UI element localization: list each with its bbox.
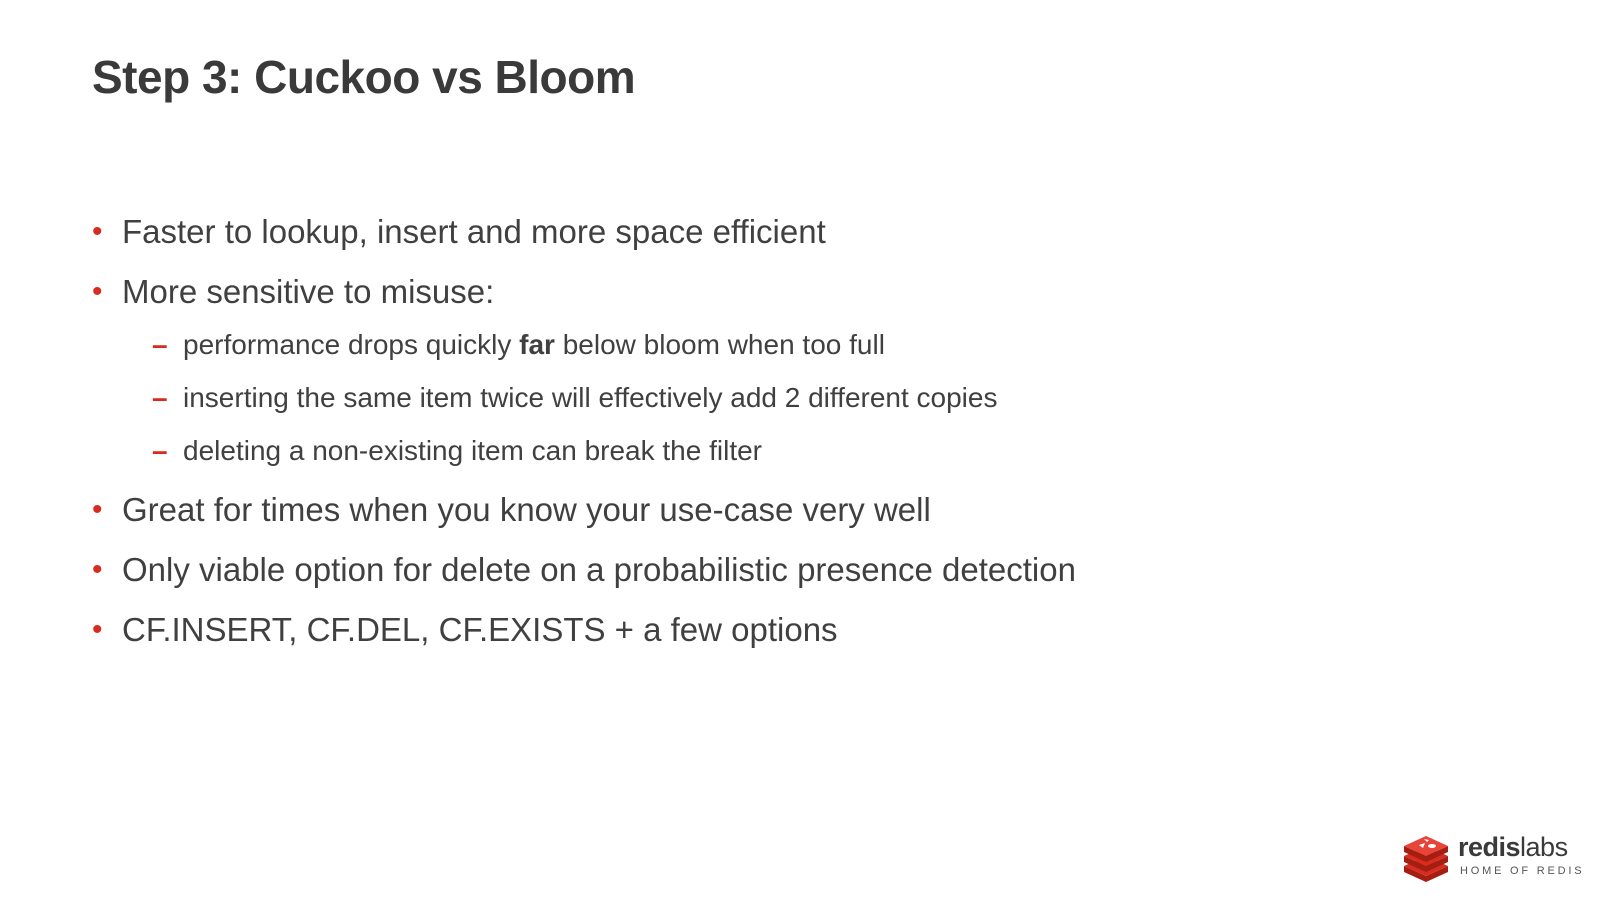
bullet-marker: • <box>92 613 103 646</box>
sub-bullet-text-bold: far <box>519 329 555 360</box>
bullet-list: • Faster to lookup, insert and more spac… <box>92 212 1492 670</box>
redislabs-logo: redislabs HOME OF REDIS <box>1402 832 1582 884</box>
bullet-marker: • <box>92 493 103 526</box>
bullet-item-1: • Faster to lookup, insert and more spac… <box>92 212 1492 252</box>
bullet-text: Great for times when you know your use-c… <box>122 491 931 528</box>
sub-bullet-text: deleting a non-existing item can break t… <box>183 435 762 466</box>
sub-bullet-text-before: performance drops quickly <box>183 329 520 360</box>
sub-bullet-marker: – <box>152 382 168 413</box>
logo-tagline: HOME OF REDIS <box>1460 865 1585 877</box>
logo-wordmark-light: labs <box>1520 832 1568 862</box>
bullet-item-5: • CF.INSERT, CF.DEL, CF.EXISTS + a few o… <box>92 610 1492 650</box>
redis-cube-stack-icon <box>1404 836 1448 882</box>
sub-bullet-text: inserting the same item twice will effec… <box>183 382 998 413</box>
sub-bullet-item-1: – performance drops quickly far below bl… <box>152 326 1492 364</box>
logo-wordmark: redislabs <box>1458 832 1568 863</box>
sub-bullet-list: – performance drops quickly far below bl… <box>122 326 1492 470</box>
bullet-text: More sensitive to misuse: <box>122 273 495 310</box>
bullet-marker: • <box>92 553 103 586</box>
bullet-text: CF.INSERT, CF.DEL, CF.EXISTS + a few opt… <box>122 611 838 648</box>
sub-bullet-item-3: – deleting a non-existing item can break… <box>152 432 1492 470</box>
bullet-text: Only viable option for delete on a proba… <box>122 551 1076 588</box>
bullet-item-4: • Only viable option for delete on a pro… <box>92 550 1492 590</box>
bullet-marker: • <box>92 215 103 248</box>
slide: Step 3: Cuckoo vs Bloom • Faster to look… <box>0 0 1600 900</box>
logo-wordmark-bold: redis <box>1458 832 1521 862</box>
bullet-text: Faster to lookup, insert and more space … <box>122 213 826 250</box>
bullet-item-3: • Great for times when you know your use… <box>92 490 1492 530</box>
sub-bullet-text-after: below bloom when too full <box>554 329 885 360</box>
sub-bullet-marker: – <box>152 329 168 360</box>
sub-bullet-item-2: – inserting the same item twice will eff… <box>152 379 1492 417</box>
bullet-marker: • <box>92 275 103 308</box>
slide-title: Step 3: Cuckoo vs Bloom <box>92 51 636 103</box>
sub-bullet-marker: – <box>152 435 168 466</box>
bullet-item-2: • More sensitive to misuse: – performanc… <box>92 272 1492 470</box>
